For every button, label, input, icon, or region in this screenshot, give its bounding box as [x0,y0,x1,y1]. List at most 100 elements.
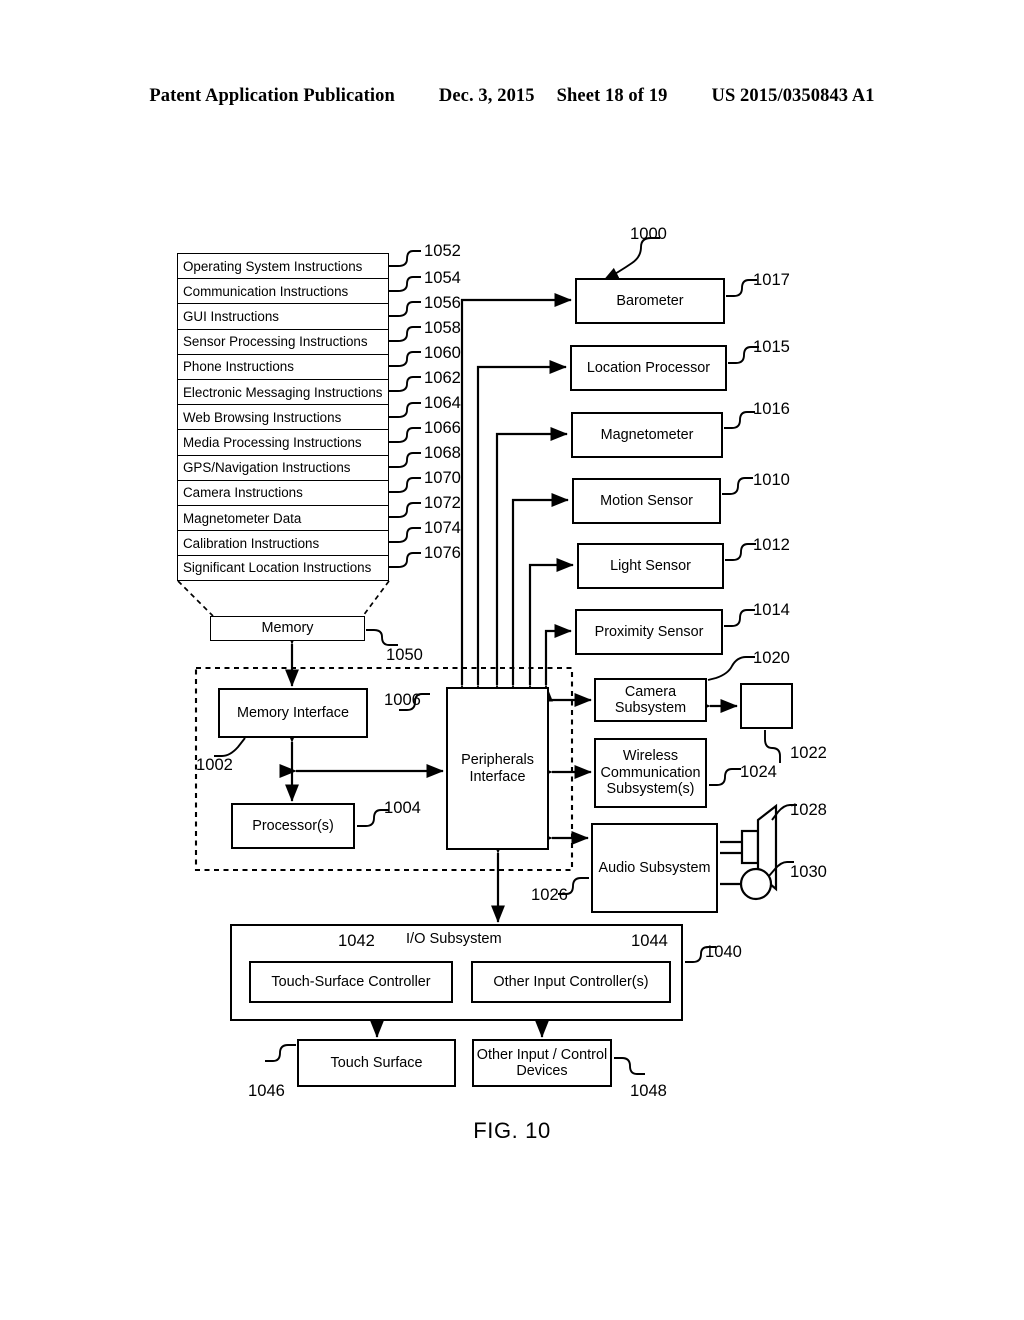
touch-surface-controller-label: Touch-Surface Controller [271,973,431,990]
peripherals-interface-block: Peripherals Interface [446,687,549,850]
audio-subsystem-block: Audio Subsystem [591,823,718,913]
ref-1042: 1042 [338,931,375,950]
memory-instruction-label: Calibration Instructions [183,535,320,551]
barometer-block: Barometer [575,278,725,324]
other-input-controller-label: Other Input Controller(s) [493,973,649,990]
peripherals-interface-label-line1: Peripherals [461,752,534,769]
ref-1016: 1016 [753,399,790,418]
ref-1010: 1010 [753,470,790,489]
memory-interface-block: Memory Interface [218,688,368,738]
memory-instruction-row: Phone Instructions [177,353,389,379]
memory-instruction-label: GPS/Navigation Instructions [183,460,351,476]
processors-block: Processor(s) [231,803,355,849]
memory-instruction-label: Significant Location Instructions [183,560,372,576]
location-processor-block: Location Processor [570,345,727,391]
ref-1070: 1070 [424,468,461,487]
touch-surface-block: Touch Surface [297,1039,456,1087]
other-input-controller-block: Other Input Controller(s) [471,961,671,1003]
memory-instruction-label: Operating System Instructions [183,258,363,274]
magnetometer-block: Magnetometer [571,412,723,458]
ref-1060: 1060 [424,343,461,362]
peripherals-interface-label-line2: Interface [469,768,526,785]
memory-instruction-row: Camera Instructions [177,479,389,505]
memory-instruction-row: GPS/Navigation Instructions [177,454,389,480]
io-subsystem-title: I/O Subsystem [406,931,502,947]
memory-instruction-row: Sensor Processing Instructions [177,328,389,354]
processors-label: Processor(s) [252,817,334,834]
memory-instruction-label: Sensor Processing Instructions [183,334,368,350]
memory-instruction-label: Media Processing Instructions [183,434,362,450]
ref-1052: 1052 [424,241,461,260]
memory-instruction-label: GUI Instructions [183,308,279,324]
ref-1020: 1020 [753,648,790,667]
touch-surface-label: Touch Surface [330,1054,423,1071]
proximity-sensor-block: Proximity Sensor [575,609,723,655]
memory-label: Memory [261,620,314,637]
ref-1017: 1017 [753,270,790,289]
other-input-devices-block: Other Input / Control Devices [472,1039,612,1087]
memory-instruction-row: Magnetometer Data [177,505,389,531]
ref-1056: 1056 [424,293,461,312]
ref-1006: 1006 [384,690,421,709]
ref-1000: 1000 [630,224,667,243]
ref-1026: 1026 [531,885,568,904]
connector-lines [177,237,797,1075]
ref-1064: 1064 [424,393,461,412]
touch-surface-controller-block: Touch-Surface Controller [249,961,453,1003]
ref-1028: 1028 [790,800,827,819]
other-input-devices-label-line2: Devices [516,1063,568,1079]
memory-instruction-label: Camera Instructions [183,485,303,501]
memory-instruction-label: Phone Instructions [183,359,294,375]
motion-sensor-block: Motion Sensor [572,478,721,524]
memory-instruction-label: Web Browsing Instructions [183,409,342,425]
wireless-subsystem-label-line3: Subsystem(s) [606,781,695,798]
wireless-subsystem-label-line2: Communication [600,764,701,781]
ref-1015: 1015 [753,337,790,356]
memory-instruction-row: GUI Instructions [177,303,389,329]
ref-1024: 1024 [740,762,777,781]
location-processor-label: Location Processor [586,359,711,376]
camera-subsystem-label-line2: Subsystem [614,700,687,716]
ref-1058: 1058 [424,318,461,337]
light-sensor-block: Light Sensor [577,543,724,589]
ref-1014: 1014 [753,600,790,619]
ref-1068: 1068 [424,443,461,462]
camera-subsystem-block: Camera Subsystem [594,678,707,722]
ref-1074: 1074 [424,518,461,537]
ref-1050: 1050 [386,645,423,664]
memory-instruction-row: Operating System Instructions [177,253,389,279]
barometer-label: Barometer [616,292,684,309]
ref-1048: 1048 [630,1081,667,1100]
memory-block: Memory [210,616,365,641]
ref-1044: 1044 [631,931,668,950]
memory-interface-label: Memory Interface [237,704,349,721]
ref-1066: 1066 [424,418,461,437]
ref-1062: 1062 [424,368,461,387]
other-input-devices-label-line1: Other Input / Control [476,1046,608,1063]
memory-instruction-row: Significant Location Instructions [177,555,389,581]
memory-instruction-label: Magnetometer Data [183,510,302,526]
ref-1072: 1072 [424,493,461,512]
memory-instruction-row: Media Processing Instructions [177,429,389,455]
memory-instruction-label: Electronic Messaging Instructions [183,384,383,400]
ref-1040: 1040 [705,942,742,961]
wireless-communication-subsystem-block: Wireless Communication Subsystem(s) [594,738,707,808]
ref-1030: 1030 [790,862,827,881]
optical-sensor-block [740,683,793,729]
ref-1022: 1022 [790,743,827,762]
figure-10-diagram: Operating System Instructions Communicat… [0,0,1024,1320]
memory-instruction-row: Communication Instructions [177,278,389,304]
memory-instruction-row: Electronic Messaging Instructions [177,379,389,405]
ref-1046: 1046 [248,1081,285,1100]
memory-instruction-row: Web Browsing Instructions [177,404,389,430]
ref-1002: 1002 [196,755,233,774]
magnetometer-label: Magnetometer [600,426,694,443]
ref-1004: 1004 [384,798,421,817]
motion-sensor-label: Motion Sensor [600,492,693,509]
memory-instruction-row: Calibration Instructions [177,530,389,556]
camera-subsystem-label-line1: Camera [624,683,677,700]
audio-subsystem-label: Audio Subsystem [598,859,711,876]
light-sensor-label: Light Sensor [610,557,691,574]
ref-1076: 1076 [424,543,461,562]
memory-instruction-label: Communication Instructions [183,283,349,299]
